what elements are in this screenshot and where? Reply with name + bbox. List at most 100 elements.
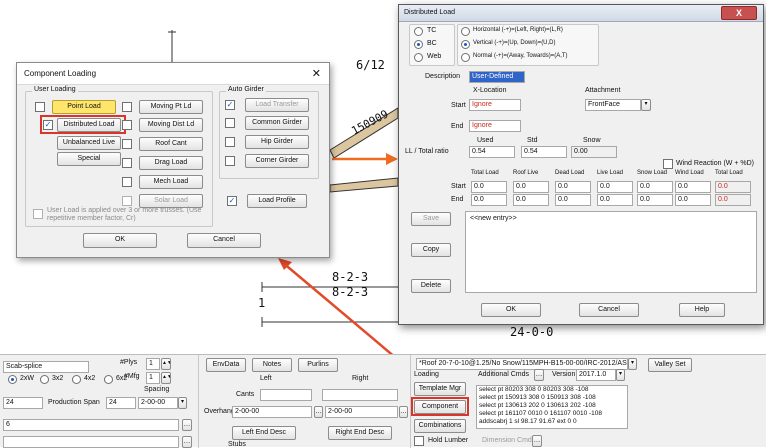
distributed-ok-button[interactable]: OK (481, 303, 541, 317)
help-button[interactable]: Help (679, 303, 725, 317)
plys-field[interactable]: 1 (146, 358, 160, 370)
roof-cant-checkbox[interactable] (122, 139, 132, 149)
end-location-field[interactable]: Ignore (469, 120, 521, 132)
mech-load-checkbox[interactable] (122, 177, 132, 187)
notes-button[interactable]: Notes (252, 358, 292, 372)
purlins-button[interactable]: Purlins (298, 358, 338, 372)
overhang-right-browse-button[interactable]: … (399, 406, 408, 418)
start-location-field[interactable]: Ignore (469, 99, 521, 111)
mech-load-button[interactable]: Mech Load (139, 175, 203, 189)
overhang-left-field[interactable]: 2-00-00 (232, 406, 312, 418)
end-load-cell-4[interactable]: 0.0 (637, 194, 673, 206)
start-load-cell-4[interactable]: 0.0 (637, 181, 673, 193)
cants-left-input[interactable] (260, 389, 312, 401)
distributed-cancel-button[interactable]: Cancel (579, 303, 639, 317)
template-mgr-button[interactable]: Template Mgr (414, 382, 466, 396)
common-girder-checkbox[interactable] (225, 118, 235, 128)
normal-direction-radio[interactable] (461, 53, 470, 62)
new-entry-item[interactable]: <<new entry>> (470, 215, 517, 222)
right-end-desc-button[interactable]: Right End Desc (328, 426, 392, 440)
hip-girder-checkbox[interactable] (225, 137, 235, 147)
cants-right-input[interactable] (322, 389, 398, 401)
valley-set-button[interactable]: Valley Set (648, 358, 692, 372)
scab-splice-field[interactable]: Scab-splice (3, 361, 89, 373)
copy-button[interactable]: Copy (411, 243, 451, 257)
end-load-cell-0[interactable]: 0.0 (471, 194, 507, 206)
overhang-right-field[interactable]: 2-00-00 (325, 406, 398, 418)
tc-radio[interactable] (414, 27, 423, 36)
load-transfer-checkbox[interactable]: ✓ (225, 100, 235, 110)
roof-cant-button[interactable]: Roof Cant (139, 137, 203, 151)
load-profile-button[interactable]: Load Profile (247, 194, 307, 208)
solar-load-checkbox[interactable] (122, 196, 132, 206)
hip-girder-button[interactable]: Hip Girder (245, 135, 309, 149)
production-span-field[interactable]: 24 (106, 397, 136, 409)
ll-std-field[interactable]: 0.54 (521, 146, 567, 158)
component-ok-button[interactable]: OK (83, 233, 157, 248)
entries-list[interactable]: <<new entry>> (465, 211, 757, 293)
size-6x2-radio[interactable] (104, 375, 113, 384)
vertical-direction-radio[interactable] (461, 40, 470, 49)
moving-pt-ld-button[interactable]: Moving Pt Ld (139, 100, 203, 114)
additional-cmds-browse-button[interactable]: … (534, 369, 544, 381)
web-radio[interactable] (414, 53, 423, 62)
start-load-cell-5[interactable]: 0.0 (675, 181, 711, 193)
envdata-button[interactable]: EnvData (206, 358, 246, 372)
special-button[interactable]: Special (57, 152, 121, 166)
moving-dist-ld-button[interactable]: Moving Dist Ld (139, 118, 203, 132)
common-girder-button[interactable]: Common Girder (245, 116, 309, 130)
size-2xw-radio[interactable] (8, 375, 17, 384)
start-load-cell-2[interactable]: 0.0 (555, 181, 591, 193)
point-load-checkbox[interactable] (35, 102, 45, 112)
delete-button[interactable]: Delete (411, 279, 451, 293)
spacing-select[interactable]: 2-00-00 (138, 397, 178, 409)
dimension-cmds-browse-button[interactable]: … (532, 435, 542, 447)
point-load-button[interactable]: Point Load (52, 100, 116, 114)
start-load-cell-3[interactable]: 0.0 (597, 181, 633, 193)
description-field[interactable]: User-Defined (469, 71, 525, 83)
start-load-cell-1[interactable]: 0.0 (513, 181, 549, 193)
hold-lumber-checkbox[interactable] (414, 436, 424, 446)
overhang-left-browse-button[interactable]: … (314, 406, 323, 418)
size-4x2-radio[interactable] (72, 375, 81, 384)
version-dropdown-icon[interactable]: ▾ (616, 369, 625, 381)
end-load-cell-3[interactable]: 0.0 (597, 194, 633, 206)
close-icon[interactable]: ✕ (312, 67, 321, 80)
wind-reaction-checkbox[interactable] (663, 159, 673, 169)
moving-dist-ld-checkbox[interactable] (122, 120, 132, 130)
end-load-cell-2[interactable]: 0.0 (555, 194, 591, 206)
size-3x2-radio[interactable] (40, 375, 49, 384)
blank-field-browse-button[interactable]: … (182, 436, 192, 448)
attachment-select[interactable]: FrontFace (585, 99, 641, 111)
end-load-cell-1[interactable]: 0.0 (513, 194, 549, 206)
component-cancel-button[interactable]: Cancel (187, 233, 261, 248)
close-icon[interactable]: X (721, 6, 757, 20)
plys-stepper[interactable]: ▲▼ (161, 358, 171, 370)
corner-girder-button[interactable]: Corner Girder (245, 154, 309, 168)
version-select[interactable]: 2017.1.0 (576, 369, 616, 381)
unbalanced-live-button[interactable]: Unbalanced Live (57, 136, 121, 150)
horizontal-direction-radio[interactable] (461, 27, 470, 36)
moving-pt-ld-checkbox[interactable] (122, 102, 132, 112)
span-field[interactable]: 24 (3, 397, 43, 409)
corner-girder-checkbox[interactable] (225, 156, 235, 166)
bc-radio[interactable] (414, 40, 423, 49)
repetitive-member-checkbox[interactable] (33, 209, 43, 219)
field-6-browse-button[interactable]: … (182, 419, 192, 431)
loading-dropdown-icon[interactable]: ▾ (628, 358, 637, 370)
drag-load-checkbox[interactable] (122, 158, 132, 168)
spacing-dropdown-icon[interactable]: ▾ (178, 397, 187, 409)
field-6[interactable]: 6 (3, 419, 179, 431)
left-end-desc-button[interactable]: Left End Desc (232, 426, 296, 440)
combinations-button[interactable]: Combinations (414, 419, 466, 433)
start-load-cell-0[interactable]: 0.0 (471, 181, 507, 193)
ll-used-field[interactable]: 0.54 (469, 146, 515, 158)
end-load-cell-5[interactable]: 0.0 (675, 194, 711, 206)
blank-field[interactable] (3, 436, 179, 448)
mfg-field[interactable]: 1 (146, 372, 160, 384)
load-profile-checkbox[interactable]: ✓ (227, 196, 237, 206)
additional-cmds-textarea[interactable]: select pt 80203 308 0 80203 308 -108 sele… (476, 385, 628, 429)
drag-load-button[interactable]: Drag Load (139, 156, 203, 170)
mfg-stepper[interactable]: ▲▼ (161, 372, 171, 384)
attachment-dropdown-icon[interactable]: ▾ (641, 99, 651, 111)
